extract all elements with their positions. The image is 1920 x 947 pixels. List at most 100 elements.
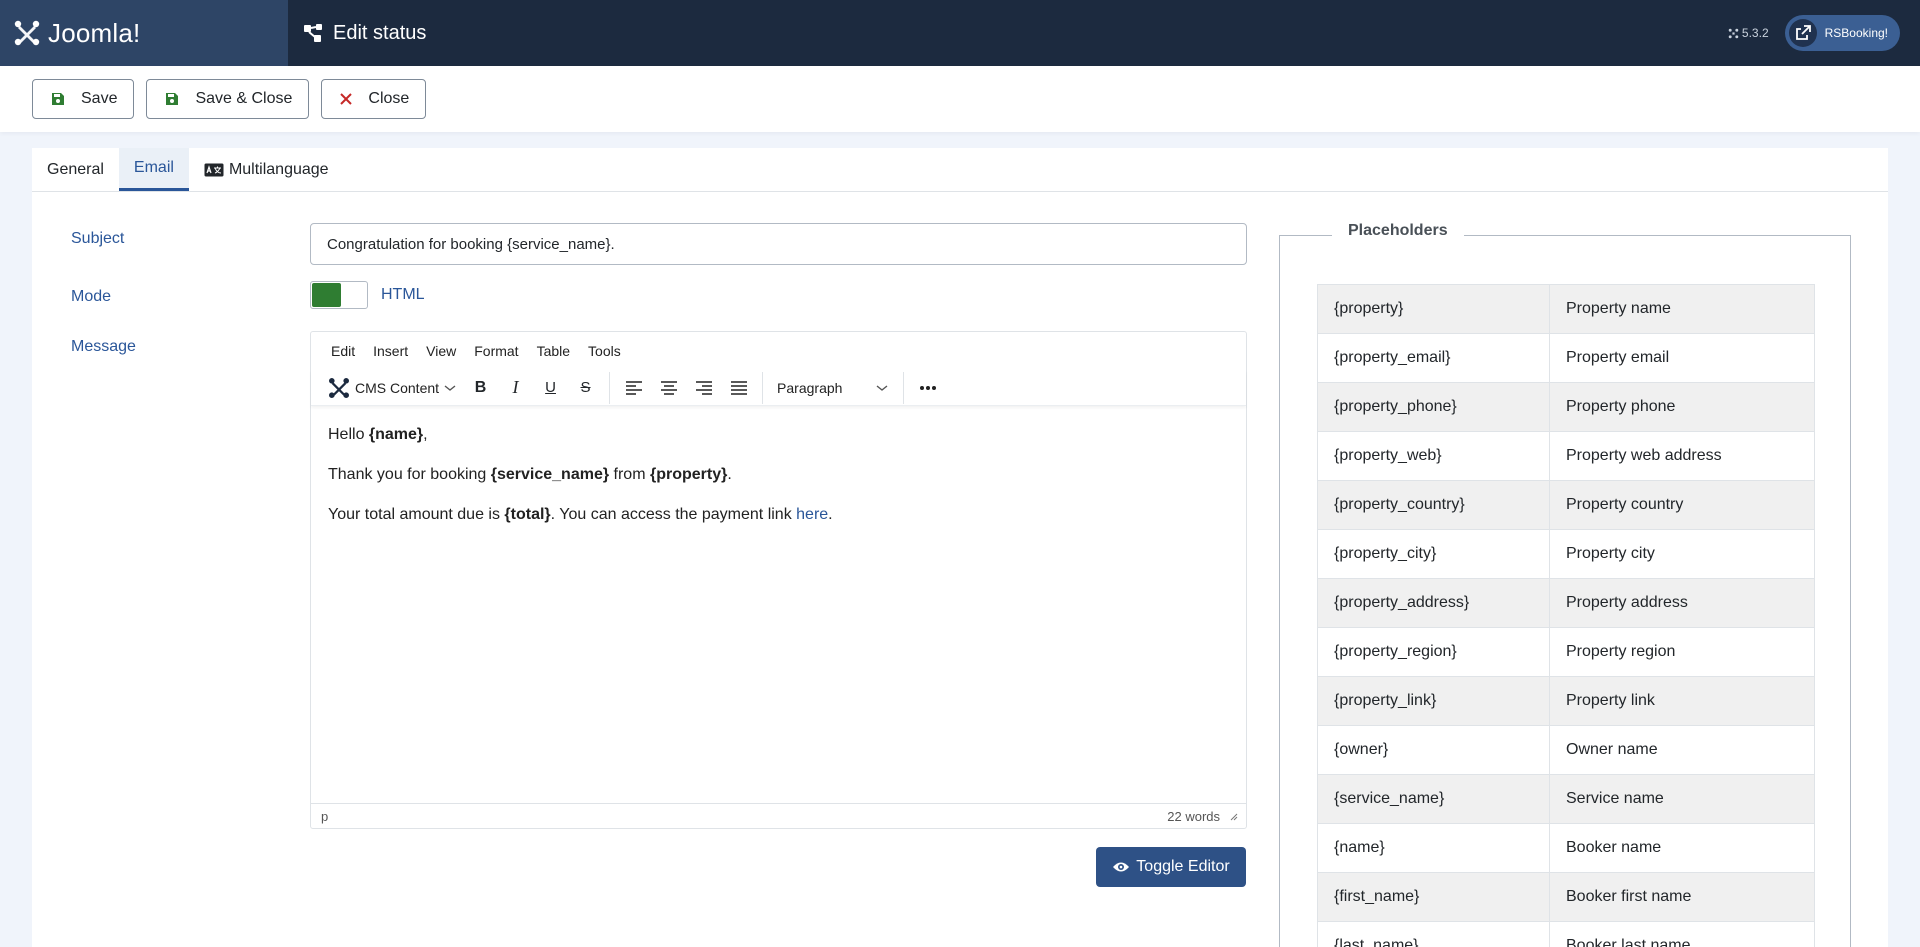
align-center-icon bbox=[660, 380, 677, 395]
table-row: {property_region} Property region bbox=[1317, 627, 1815, 677]
placeholder-description: Property link bbox=[1549, 676, 1815, 726]
table-row: {service_name} Service name bbox=[1317, 774, 1815, 824]
placeholder-key[interactable]: {name} bbox=[1317, 823, 1550, 873]
rich-text-editor: Edit Insert View Format Table Tools CMS … bbox=[310, 331, 1247, 829]
element-path[interactable]: p bbox=[321, 809, 328, 824]
placeholder-key[interactable]: {property_email} bbox=[1317, 333, 1550, 383]
mode-label: Mode bbox=[71, 288, 112, 305]
page-title-area: Edit status bbox=[303, 22, 426, 45]
placeholder-key[interactable]: {property_address} bbox=[1317, 578, 1550, 628]
placeholder-key[interactable]: {property_region} bbox=[1317, 627, 1550, 677]
subject-input[interactable] bbox=[310, 223, 1247, 265]
save-close-label: Save & Close bbox=[195, 90, 293, 107]
placeholder-key[interactable]: {last_name} bbox=[1317, 921, 1550, 947]
version-badge: 5.3.2 bbox=[1728, 26, 1769, 40]
toolbar-separator bbox=[903, 371, 905, 404]
toolbar-separator bbox=[762, 371, 764, 404]
close-button[interactable]: Close bbox=[321, 79, 427, 119]
external-link-icon bbox=[1788, 19, 1817, 47]
placeholder-description: Property email bbox=[1549, 333, 1815, 383]
table-row: {property_web} Property web address bbox=[1317, 431, 1815, 481]
menu-insert[interactable]: Insert bbox=[373, 343, 408, 359]
placeholder-key[interactable]: {property_phone} bbox=[1317, 382, 1550, 432]
menu-tools[interactable]: Tools bbox=[588, 343, 621, 359]
rsbooking-button[interactable]: RSBooking! bbox=[1784, 15, 1900, 51]
align-left-button[interactable] bbox=[616, 373, 651, 403]
underline-icon: U bbox=[545, 379, 556, 396]
joomla-logo[interactable]: Joomla! bbox=[0, 0, 288, 66]
placeholder-key[interactable]: {property} bbox=[1317, 284, 1550, 334]
more-button[interactable] bbox=[910, 373, 945, 403]
align-justify-icon bbox=[730, 380, 747, 395]
placeholder-description: Booker last name bbox=[1549, 921, 1815, 947]
bold-button[interactable]: B bbox=[463, 373, 498, 403]
strikethrough-button[interactable]: S bbox=[568, 373, 603, 403]
resize-handle-icon[interactable] bbox=[1228, 811, 1238, 821]
tab-general[interactable]: General bbox=[32, 148, 119, 191]
top-header: Joomla! Edit status 5.3.2 RSBooking! bbox=[0, 0, 1920, 66]
placeholder-key[interactable]: {property_country} bbox=[1317, 480, 1550, 530]
placeholder-description: Property address bbox=[1549, 578, 1815, 628]
action-toolbar: Save Save & Close Close bbox=[0, 66, 1920, 132]
align-justify-button[interactable] bbox=[721, 373, 756, 403]
toggle-editor-button[interactable]: Toggle Editor bbox=[1096, 847, 1246, 887]
placeholders-title: Placeholders bbox=[1332, 222, 1464, 240]
placeholder-key[interactable]: {service_name} bbox=[1317, 774, 1550, 824]
table-row: {owner} Owner name bbox=[1317, 725, 1815, 775]
italic-button[interactable]: I bbox=[498, 373, 533, 403]
message-label: Message bbox=[71, 338, 136, 355]
version-text: 5.3.2 bbox=[1741, 26, 1769, 40]
save-icon bbox=[51, 92, 65, 106]
toggle-editor-label: Toggle Editor bbox=[1136, 858, 1230, 875]
save-button[interactable]: Save bbox=[32, 79, 135, 119]
placeholder-key[interactable]: {owner} bbox=[1317, 725, 1550, 775]
table-row: {property_email} Property email bbox=[1317, 333, 1815, 383]
word-count[interactable]: 22 words bbox=[1167, 809, 1220, 824]
table-row: {name} Booker name bbox=[1317, 823, 1815, 873]
menu-format[interactable]: Format bbox=[474, 343, 518, 359]
save-close-button[interactable]: Save & Close bbox=[146, 79, 310, 119]
align-right-button[interactable] bbox=[686, 373, 721, 403]
underline-button[interactable]: U bbox=[533, 373, 568, 403]
editor-content[interactable]: Hello {name}, Thank you for booking {ser… bbox=[311, 416, 850, 527]
subject-label: Subject bbox=[71, 230, 125, 247]
tab-label: Email bbox=[133, 159, 174, 176]
page-title: Edit status bbox=[333, 21, 427, 44]
table-row: {property_address} Property address bbox=[1317, 578, 1815, 628]
placeholder-description: Property web address bbox=[1549, 431, 1815, 481]
paragraph-label: Paragraph bbox=[777, 379, 843, 396]
tab-multilanguage[interactable]: Multilanguage bbox=[189, 148, 344, 191]
close-icon bbox=[340, 93, 353, 105]
placeholder-key[interactable]: {property_city} bbox=[1317, 529, 1550, 579]
align-right-icon bbox=[695, 380, 712, 395]
cms-content-label: CMS Content bbox=[355, 379, 440, 396]
joomla-logo-icon bbox=[14, 20, 40, 46]
table-row: {property_phone} Property phone bbox=[1317, 382, 1815, 432]
placeholder-description: Owner name bbox=[1549, 725, 1815, 775]
menu-edit[interactable]: Edit bbox=[331, 343, 355, 359]
tab-bar: General Email Multilanguage bbox=[32, 148, 1888, 192]
cms-content-dropdown[interactable]: CMS Content bbox=[327, 376, 463, 400]
payment-link[interactable]: here bbox=[796, 506, 828, 523]
eye-icon bbox=[1112, 860, 1130, 874]
editor-toolbar: CMS Content B I U S Paragraph bbox=[311, 370, 1246, 406]
paragraph-format-dropdown[interactable]: Paragraph bbox=[769, 373, 897, 403]
editor-menubar: Edit Insert View Format Table Tools bbox=[311, 332, 1246, 370]
mode-switch[interactable] bbox=[310, 281, 368, 309]
save-icon bbox=[165, 92, 179, 106]
placeholders-table: {property} Property name {property_email} P… bbox=[1317, 284, 1815, 947]
placeholder-key[interactable]: {property_web} bbox=[1317, 431, 1550, 481]
tab-label: Multilanguage bbox=[228, 160, 329, 178]
placeholder-key[interactable]: {property_link} bbox=[1317, 676, 1550, 726]
logo-text: Joomla! bbox=[48, 17, 141, 48]
editor-statusbar: p 22 words bbox=[311, 803, 1246, 828]
chevron-down-icon bbox=[444, 384, 456, 391]
align-center-button[interactable] bbox=[651, 373, 686, 403]
menu-table[interactable]: Table bbox=[537, 343, 570, 359]
menu-view[interactable]: View bbox=[426, 343, 456, 359]
placeholder-key[interactable]: {first_name} bbox=[1317, 872, 1550, 922]
more-icon bbox=[919, 385, 936, 390]
table-row: {property} Property name bbox=[1317, 284, 1815, 334]
table-row: {last_name} Booker last name bbox=[1317, 921, 1815, 947]
tab-email[interactable]: Email bbox=[118, 148, 189, 191]
